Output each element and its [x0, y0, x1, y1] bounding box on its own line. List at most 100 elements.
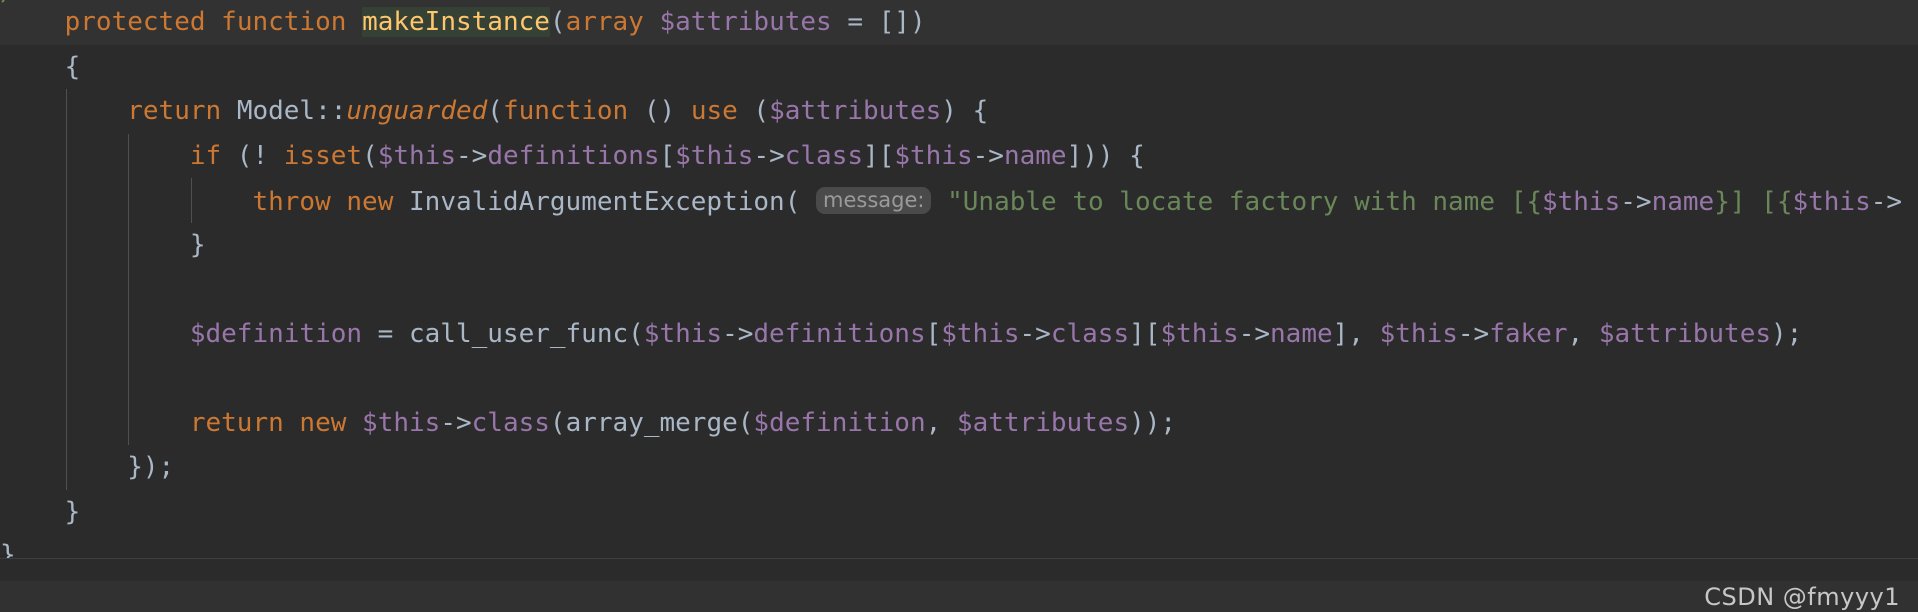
bottom-strip: CSDN @fmyyy1 — [0, 558, 1918, 612]
code-line[interactable]: } — [0, 490, 1918, 535]
code-token: = []) — [831, 7, 926, 37]
indent-guide — [128, 267, 130, 312]
code-token: -> — [1238, 318, 1271, 349]
code-token: , — [1567, 318, 1599, 349]
code-line[interactable]: throw new InvalidArgumentException( mess… — [0, 178, 1918, 223]
code-line[interactable]: if (! isset($this->definitions[$this->cl… — [0, 133, 1918, 179]
code-token: $attributes — [659, 7, 832, 37]
code-token: $this — [1160, 318, 1239, 349]
code-token: $this — [675, 140, 754, 171]
code-token: -> — [1870, 187, 1903, 217]
code-token: class — [471, 407, 550, 438]
code-token: { — [2, 51, 81, 82]
code-token: $this — [377, 140, 456, 171]
code-token: isset — [283, 140, 363, 171]
code-token: definitions — [487, 140, 660, 171]
code-token: function — [221, 7, 347, 37]
code-token: ][ — [1129, 318, 1161, 349]
code-token: [ — [925, 318, 942, 349]
code-token: }); — [2, 452, 175, 482]
code-token: ( — [549, 7, 566, 37]
code-line-text — [2, 267, 18, 312]
code-token: -> — [440, 407, 472, 438]
code-token: ( — [737, 96, 770, 126]
code-token: -> — [456, 140, 488, 171]
code-token: ])) { — [1066, 140, 1145, 171]
code-editor[interactable]: / protected function makeInstance(array … — [0, 0, 1918, 612]
code-line[interactable]: return new $this->class(array_merge($def… — [0, 400, 1918, 445]
code-token: faker — [1489, 318, 1568, 349]
code-token: if — [189, 140, 222, 171]
code-line[interactable]: return Model::unguarded(function () use … — [0, 89, 1918, 134]
code-token: protected — [64, 7, 206, 37]
code-token: name — [1651, 187, 1715, 217]
code-line-text: if (! isset($this->definitions[$this->cl… — [2, 134, 1145, 179]
code-line[interactable]: protected function makeInstance(array $a… — [0, 0, 1918, 45]
code-line[interactable]: $definition = call_user_func($this->defi… — [0, 311, 1918, 357]
code-token: { — [1526, 187, 1542, 217]
code-line[interactable] — [0, 356, 1918, 401]
code-line-text — [2, 356, 18, 401]
code-token: array_merge — [565, 407, 738, 438]
code-token: function — [502, 96, 629, 126]
code-token: [ — [659, 140, 676, 171]
code-line-text: protected function makeInstance(array $a… — [2, 0, 926, 45]
code-fragment-above: / — [0, 0, 16, 14]
indent-guide — [128, 356, 130, 401]
code-line-text: { — [2, 45, 81, 90]
code-token: $this — [941, 318, 1020, 349]
code-token: ) { — [941, 96, 989, 126]
code-line-text: $definition = call_user_func($this->defi… — [2, 312, 1802, 357]
code-token: ( — [549, 407, 566, 438]
code-line[interactable]: } — [0, 222, 1918, 267]
code-fragment-below: } — [0, 540, 16, 558]
code-token: name — [1270, 318, 1333, 349]
code-line-text: }); — [2, 445, 174, 490]
code-token: Model — [236, 96, 316, 126]
code-token: -> — [972, 140, 1004, 171]
csdn-watermark: CSDN @fmyyy1 — [1704, 583, 1900, 611]
code-token: ], — [1332, 318, 1380, 349]
code-token: name — [1003, 140, 1067, 171]
code-token: :: — [315, 96, 347, 126]
code-token: return — [189, 407, 284, 438]
code-token: new — [299, 407, 347, 438]
inlay-parameter-hint[interactable]: message: — [816, 187, 932, 214]
code-line[interactable]: { — [0, 45, 1918, 90]
code-token: { — [1776, 187, 1793, 217]
code-token: call_user_func — [409, 318, 629, 349]
code-line[interactable]: }); — [0, 445, 1918, 490]
code-token: return — [127, 96, 222, 126]
code-token: ( — [487, 96, 503, 126]
code-line[interactable] — [0, 267, 1918, 312]
code-token: class — [1050, 318, 1130, 349]
code-token: ][ — [863, 140, 895, 171]
code-token: } — [1714, 187, 1730, 217]
code-token: } — [2, 229, 206, 260]
code-token: $definition — [189, 318, 363, 349]
code-token: = — [362, 318, 409, 349]
code-surface[interactable]: / protected function makeInstance(array … — [0, 0, 1918, 558]
bottom-strip-inner — [0, 581, 1918, 612]
code-lines[interactable]: protected function makeInstance(array $a… — [0, 0, 1918, 534]
code-line-text: return Model::unguarded(function () use … — [2, 89, 988, 134]
code-line-text: throw new InvalidArgumentException( mess… — [2, 178, 1902, 225]
code-token: -> — [1457, 318, 1490, 349]
code-token: ( — [737, 407, 754, 438]
code-token: array — [565, 7, 644, 37]
highlighted-identifier: makeInstance — [362, 7, 550, 37]
code-token: -> — [1019, 318, 1051, 349]
